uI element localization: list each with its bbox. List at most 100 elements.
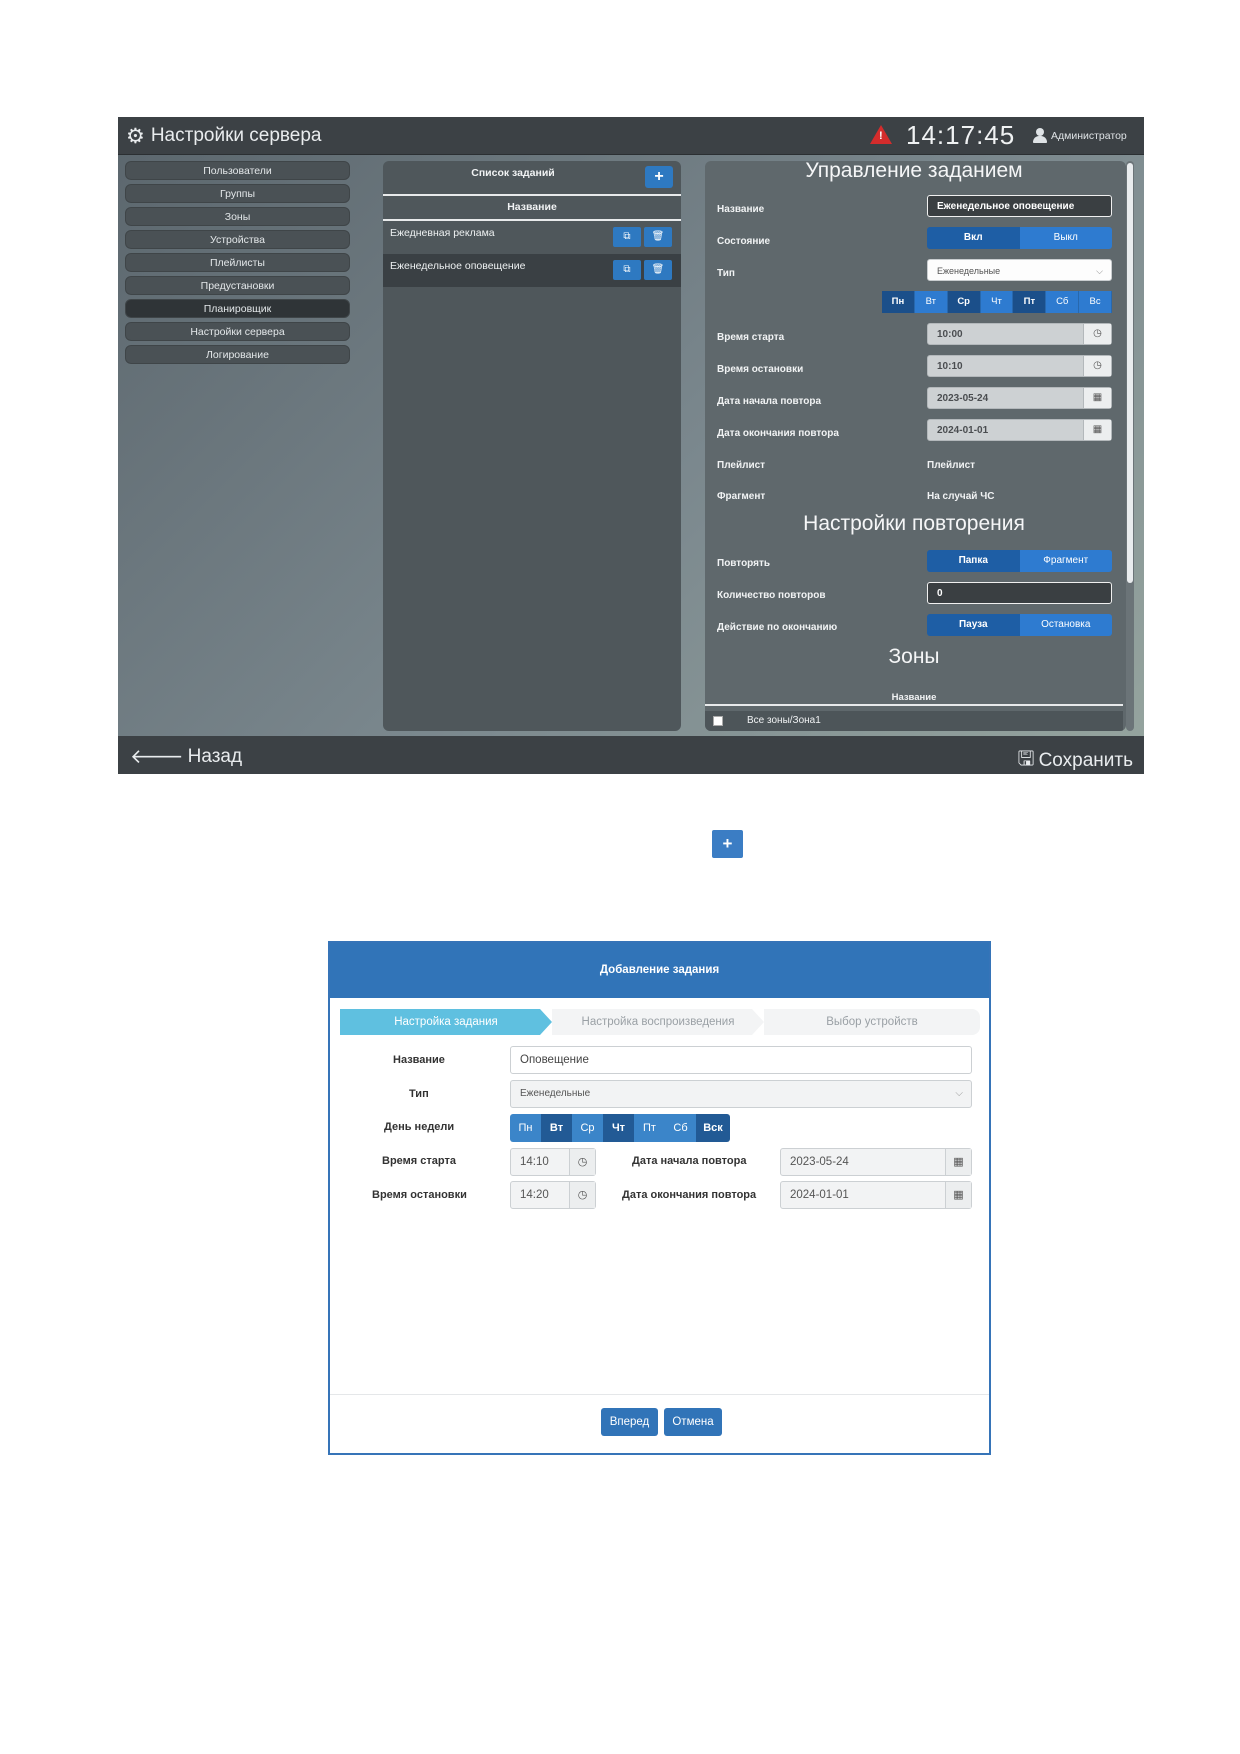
- repeat-start-input[interactable]: 2023-05-24 ▦: [780, 1148, 972, 1176]
- day-sat[interactable]: Сб: [665, 1114, 696, 1142]
- trash-icon[interactable]: 🗑: [644, 227, 672, 247]
- repeat-end-input[interactable]: 2024-01-01 ▦: [780, 1181, 972, 1209]
- repeat-count-input[interactable]: 0: [927, 582, 1112, 604]
- day-sun[interactable]: Вск: [696, 1114, 730, 1142]
- day-wed[interactable]: Ср: [572, 1114, 603, 1142]
- clock-icon[interactable]: ◷: [569, 1149, 595, 1175]
- state-label: Состояние: [717, 236, 771, 247]
- user-menu[interactable]: Администратор: [1033, 128, 1127, 143]
- next-button[interactable]: Вперед: [601, 1408, 658, 1436]
- end-pause-button[interactable]: Пауза: [927, 614, 1020, 636]
- stop-time-value: 14:20: [520, 1189, 549, 1201]
- sidebar-item-users[interactable]: Пользователи: [125, 161, 350, 180]
- day-mon[interactable]: Пн: [510, 1114, 541, 1142]
- manage-title: Управление заданием: [805, 161, 1023, 182]
- day-fri[interactable]: Пт: [1013, 291, 1047, 313]
- warning-icon[interactable]: !: [870, 125, 892, 144]
- day-thu[interactable]: Чт: [980, 291, 1014, 313]
- stop-time-label: Время остановки: [717, 364, 804, 375]
- repeat-end-value: 2024-01-01: [937, 425, 989, 436]
- calendar-icon[interactable]: ▦: [1083, 420, 1111, 440]
- chevron-down-icon: ⌵: [1096, 266, 1103, 276]
- step-device-selection[interactable]: Выбор устройств: [764, 1009, 980, 1035]
- day-sat[interactable]: Сб: [1046, 291, 1080, 313]
- start-time-value: 10:00: [937, 329, 963, 340]
- manage-scrollbar[interactable]: [1126, 161, 1134, 731]
- fragment-label: Фрагмент: [717, 491, 766, 502]
- step-playback-settings[interactable]: Настройка воспроизведения: [552, 1009, 764, 1035]
- top-bar: ⚙ Настройки сервера ! 14:17:45 Администр…: [118, 117, 1144, 155]
- copy-icon[interactable]: ⧉: [613, 227, 641, 247]
- type-select[interactable]: Еженедельные ⌵: [510, 1080, 972, 1108]
- day-fri[interactable]: Пт: [634, 1114, 665, 1142]
- arrow-left-icon: 🡐: [130, 746, 184, 768]
- name-label: Название: [393, 1054, 445, 1066]
- server-settings-window: ⚙ Настройки сервера ! 14:17:45 Администр…: [118, 117, 1144, 774]
- state-off-button[interactable]: Выкл: [1019, 227, 1112, 249]
- stop-time-input[interactable]: 10:10 ◷: [927, 355, 1112, 377]
- state-on-button[interactable]: Вкл: [927, 227, 1020, 249]
- save-button[interactable]: 🖫 Сохранить: [1018, 744, 1133, 774]
- scrollbar-thumb[interactable]: [1127, 163, 1133, 583]
- day-sun[interactable]: Вс: [1079, 291, 1113, 313]
- clock-icon[interactable]: ◷: [1083, 324, 1111, 344]
- add-task-button[interactable]: +: [645, 166, 673, 188]
- task-list-header: Список заданий +: [383, 161, 681, 194]
- zone-row[interactable]: Все зоны/Зона1: [705, 711, 1123, 731]
- plus-icon[interactable]: +: [712, 830, 743, 858]
- playlist-value[interactable]: Плейлист: [927, 460, 975, 471]
- repeat-start-value: 2023-05-24: [790, 1156, 849, 1168]
- zone-name: Все зоны/Зона1: [747, 715, 821, 726]
- type-label: Тип: [409, 1088, 429, 1100]
- end-stop-button[interactable]: Остановка: [1019, 614, 1112, 636]
- start-time-input[interactable]: 14:10 ◷: [510, 1148, 596, 1176]
- cancel-button[interactable]: Отмена: [664, 1408, 722, 1436]
- repeat-toggle: Папка Фрагмент: [927, 550, 1112, 572]
- task-name-input[interactable]: Оповещение: [510, 1046, 972, 1074]
- clock-icon[interactable]: ◷: [1083, 356, 1111, 376]
- clock-icon[interactable]: ◷: [569, 1182, 595, 1208]
- sidebar-item-playlists[interactable]: Плейлисты: [125, 253, 350, 272]
- day-tue[interactable]: Вт: [541, 1114, 572, 1142]
- user-icon: [1033, 128, 1047, 143]
- sidebar-item-server-settings[interactable]: Настройки сервера: [125, 322, 350, 341]
- day-thu[interactable]: Чт: [603, 1114, 634, 1142]
- repeat-end-input[interactable]: 2024-01-01 ▦: [927, 419, 1112, 441]
- task-row[interactable]: Ежедневная реклама ⧉ 🗑: [383, 221, 681, 254]
- task-list-panel: Список заданий + Название Ежедневная рек…: [383, 161, 681, 731]
- gears-icon: ⚙: [126, 124, 145, 148]
- sidebar-item-devices[interactable]: Устройства: [125, 230, 350, 249]
- sidebar-item-logging[interactable]: Логирование: [125, 345, 350, 364]
- wizard-steps: Настройка задания Настройка воспроизведе…: [340, 1009, 980, 1035]
- sidebar-item-presets[interactable]: Предустановки: [125, 276, 350, 295]
- start-time-input[interactable]: 10:00 ◷: [927, 323, 1112, 345]
- repeat-start-input[interactable]: 2023-05-24 ▦: [927, 387, 1112, 409]
- save-label: Сохранить: [1038, 750, 1133, 771]
- copy-icon[interactable]: ⧉: [613, 260, 641, 280]
- repeat-folder-button[interactable]: Папка: [927, 550, 1020, 572]
- repeat-fragment-button[interactable]: Фрагмент: [1019, 550, 1112, 572]
- step-task-settings[interactable]: Настройка задания: [340, 1009, 552, 1035]
- day-wed[interactable]: Ср: [947, 291, 981, 313]
- stop-time-label: Время остановки: [372, 1189, 467, 1201]
- sidebar-item-scheduler[interactable]: Планировщик: [125, 299, 350, 318]
- checkbox-icon[interactable]: [713, 716, 723, 726]
- sidebar-item-zones[interactable]: Зоны: [125, 207, 350, 226]
- type-select[interactable]: Еженедельные ⌵: [927, 259, 1112, 281]
- task-list-title: Список заданий: [471, 167, 555, 179]
- task-name-input[interactable]: Еженедельное оповещение: [927, 195, 1112, 217]
- calendar-icon[interactable]: ▦: [1083, 388, 1111, 408]
- task-name: Ежедневная реклама: [390, 227, 495, 239]
- day-tue[interactable]: Вт: [914, 291, 948, 313]
- sidebar-item-groups[interactable]: Группы: [125, 184, 350, 203]
- user-name: Администратор: [1051, 129, 1127, 142]
- calendar-icon[interactable]: ▦: [945, 1182, 971, 1208]
- weekday-picker: Пн Вт Ср Чт Пт Сб Вск: [510, 1114, 730, 1142]
- task-row[interactable]: Еженедельное оповещение ⧉ 🗑: [383, 254, 681, 287]
- stop-time-input[interactable]: 14:20 ◷: [510, 1181, 596, 1209]
- back-button[interactable]: 🡐 Назад: [130, 744, 242, 769]
- day-mon[interactable]: Пн: [882, 291, 915, 313]
- calendar-icon[interactable]: ▦: [945, 1149, 971, 1175]
- trash-icon[interactable]: 🗑: [644, 260, 672, 280]
- fragment-value[interactable]: На случай ЧС: [927, 491, 994, 502]
